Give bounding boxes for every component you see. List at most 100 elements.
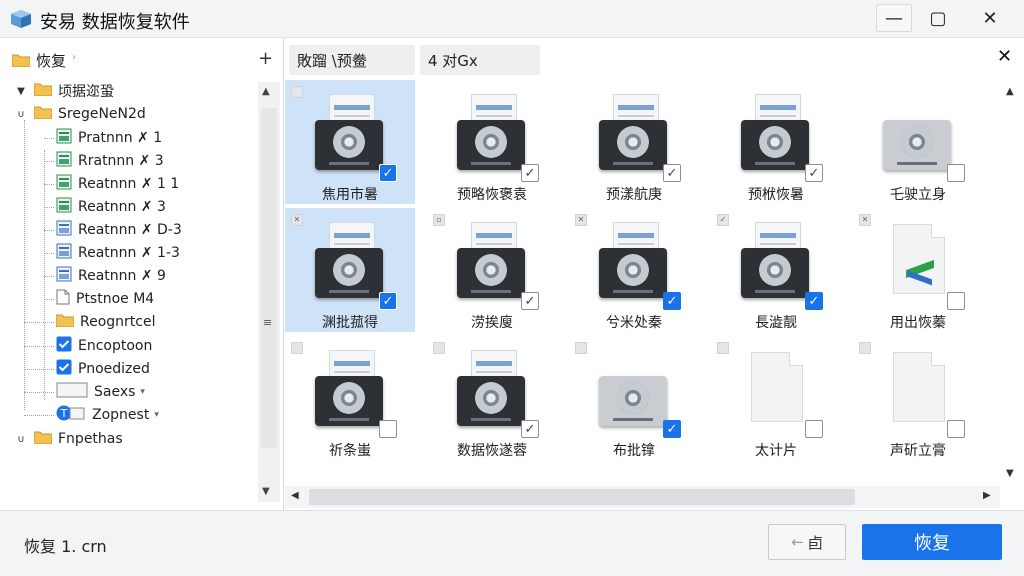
file-grid: ✓ 焦用市暑 ✓ 预略恢褒袁 ✓ 预漾航庚 ✓ 预栿恢暑 乇驶立身 ✕ ✓ 渊批菰得 ▫ ✓ 涝挨廋 ✕ ✓ 兮米… xyxy=(285,78,1000,486)
file-grid-item[interactable] xyxy=(285,464,415,486)
file-grid-item-label: 太计片 xyxy=(755,443,797,459)
file-grid-item[interactable]: ▫ ✓ 涝挨廋 xyxy=(427,208,557,332)
scroll-down-icon[interactable]: ▼ xyxy=(1006,468,1014,479)
item-state-icon xyxy=(291,86,303,98)
dropdown-icon[interactable]: ▾ xyxy=(140,387,145,397)
file-grid-item[interactable] xyxy=(569,464,699,486)
scroll-down-icon[interactable]: ▼ xyxy=(262,486,270,497)
file-grid-item[interactable]: ✓ 预漾航庚 xyxy=(569,80,699,204)
item-state-icon xyxy=(291,342,303,354)
collapse-icon[interactable]: ▼ xyxy=(14,86,28,97)
file-grid-item[interactable] xyxy=(853,464,983,486)
checkbox-checked[interactable]: ✓ xyxy=(521,420,539,438)
status-text: 恢复 1. crn xyxy=(24,537,107,556)
checkbox-unchecked[interactable] xyxy=(805,420,823,438)
panel-header-label[interactable]: 恢复 xyxy=(36,50,66,71)
minimize-button[interactable]: — xyxy=(876,4,912,32)
checkbox-checked[interactable]: ✓ xyxy=(663,164,681,182)
grid-vertical-scrollbar[interactable]: ▲ ▼ xyxy=(1000,78,1024,486)
tree-node-partition[interactable]: Reatnnn ✗ 9 xyxy=(56,265,166,287)
collapse-icon[interactable]: ∪ xyxy=(14,434,28,445)
file-grid-item[interactable]: ✕ ✓ 渊批菰得 xyxy=(285,208,415,332)
grip-icon[interactable]: ≡ xyxy=(263,316,272,329)
item-state-icon xyxy=(717,342,729,354)
tree-node-label: Saexs xyxy=(94,384,136,400)
scroll-left-icon[interactable]: ◀ xyxy=(291,490,299,501)
checkbox-checked-icon[interactable] xyxy=(56,336,72,356)
tree-node-encrypted[interactable]: Encoptoon xyxy=(56,335,152,357)
tree-node-partition[interactable]: Reatnnn ✗ D-3 xyxy=(56,219,182,241)
file-grid-item[interactable]: 太计片 xyxy=(711,336,841,460)
file-grid-item[interactable]: ✓ 预略恢褒袁 xyxy=(427,80,557,204)
tree-node-support[interactable]: T Zopnest ▾ xyxy=(56,404,159,426)
file-grid-item[interactable]: ✓ 布批镎 xyxy=(569,336,699,460)
file-grid-item[interactable]: ✕ 用出恢蓁 xyxy=(853,208,983,332)
file-grid-item-label: 预略恢褒袁 xyxy=(457,187,527,203)
tree-node-properties[interactable]: ∪ Fnpethas xyxy=(14,428,122,450)
file-grid-item-label: 乇驶立身 xyxy=(890,187,946,203)
item-state-icon xyxy=(575,342,587,354)
file-grid-item[interactable]: ✓ ✓ 長澁靓 xyxy=(711,208,841,332)
close-tab-icon[interactable]: ✕ xyxy=(997,46,1012,67)
file-grid-item[interactable]: 乇驶立身 xyxy=(853,80,983,204)
file-grid-item[interactable] xyxy=(711,464,841,486)
file-grid-item[interactable]: 声斫立膏 xyxy=(853,336,983,460)
file-grid-item-label: 数据恢遂蓉 xyxy=(457,443,527,459)
checkbox-checked[interactable]: ✓ xyxy=(805,292,823,310)
tab-preview[interactable]: 敗蹓 \预鲞 xyxy=(289,45,415,75)
checkbox-checked[interactable]: ✓ xyxy=(521,292,539,310)
tree-node-recognized[interactable]: Reognrtcel xyxy=(55,311,155,333)
file-grid-item-label: 焦用市暑 xyxy=(322,187,378,203)
tree-node-document[interactable]: Ptstnoe M4 xyxy=(56,288,154,310)
back-button[interactable]: ← 卣 xyxy=(768,524,846,560)
scrollbar-thumb[interactable] xyxy=(261,108,277,448)
scroll-up-icon[interactable]: ▲ xyxy=(262,86,270,97)
checkbox-checked[interactable]: ✓ xyxy=(379,164,397,182)
tree-node-label: Encoptoon xyxy=(78,338,153,354)
maximize-button[interactable]: ▢ xyxy=(920,4,956,32)
file-grid-item[interactable]: ✓ 焦用市暑 xyxy=(285,80,415,204)
grid-horizontal-scrollbar[interactable]: ◀ ▶ xyxy=(285,486,1000,508)
tree-scrollbar[interactable]: ▲ ≡ ▼ xyxy=(258,82,280,502)
tab-second[interactable]: 4 对Gx xyxy=(420,45,540,75)
scrollbar-thumb[interactable] xyxy=(309,489,855,505)
file-grid-item[interactable] xyxy=(427,464,557,486)
file-icon xyxy=(56,382,88,402)
checkbox-checked[interactable]: ✓ xyxy=(805,164,823,182)
checkbox-checked-icon[interactable] xyxy=(56,359,72,379)
hard-drive-icon xyxy=(457,376,525,426)
restore-button[interactable]: 恢复 xyxy=(862,524,1002,560)
tree-node-root[interactable]: ▼ 顷据迩蛩 xyxy=(14,80,114,102)
tree-node-partition[interactable]: Reatnnn ✗ 3 xyxy=(56,196,166,218)
checkbox-checked[interactable]: ✓ xyxy=(663,292,681,310)
checkbox-checked[interactable]: ✓ xyxy=(663,420,681,438)
partition-icon xyxy=(56,220,72,240)
file-grid-item[interactable]: 祈条蚩 xyxy=(285,336,415,460)
hard-drive-icon xyxy=(599,248,667,298)
hard-drive-icon xyxy=(315,376,383,426)
checkbox-unchecked[interactable] xyxy=(379,420,397,438)
checkbox-unchecked[interactable] xyxy=(947,292,965,310)
checkbox-checked[interactable]: ✓ xyxy=(379,292,397,310)
tree-node-saved[interactable]: Saexs ▾ xyxy=(56,381,145,403)
tree-node-partition[interactable]: Reatnnn ✗ 1-3 xyxy=(56,242,180,264)
file-grid-item[interactable]: ✕ ✓ 兮米处秦 xyxy=(569,208,699,332)
tree-node-storage[interactable]: ∪ SregeNeN2d xyxy=(14,103,145,125)
checkbox-checked[interactable]: ✓ xyxy=(521,164,539,182)
file-grid-item-label: 预漾航庚 xyxy=(606,187,662,203)
checkbox-unchecked[interactable] xyxy=(947,164,965,182)
add-button[interactable]: + xyxy=(258,48,273,69)
scroll-up-icon[interactable]: ▲ xyxy=(1006,86,1014,97)
tree-node-partition[interactable]: Rratnnn ✗ 3 xyxy=(56,150,164,172)
item-state-icon: ✕ xyxy=(575,214,587,226)
tree-node-partition[interactable]: Pratnnn ✗ 1 xyxy=(56,127,162,149)
close-button[interactable]: ✕ xyxy=(972,4,1008,32)
dropdown-icon[interactable]: ▾ xyxy=(154,410,159,420)
scroll-right-icon[interactable]: ▶ xyxy=(983,490,991,501)
tree-node-partition[interactable]: Reatnnn ✗ 1 1 xyxy=(56,173,179,195)
collapse-icon[interactable]: ∪ xyxy=(14,109,28,120)
file-grid-item[interactable]: ✓ 数据恢遂蓉 xyxy=(427,336,557,460)
file-grid-item[interactable]: ✓ 预栿恢暑 xyxy=(711,80,841,204)
checkbox-unchecked[interactable] xyxy=(947,420,965,438)
tree-node-protected[interactable]: Pnoedized xyxy=(56,358,150,380)
